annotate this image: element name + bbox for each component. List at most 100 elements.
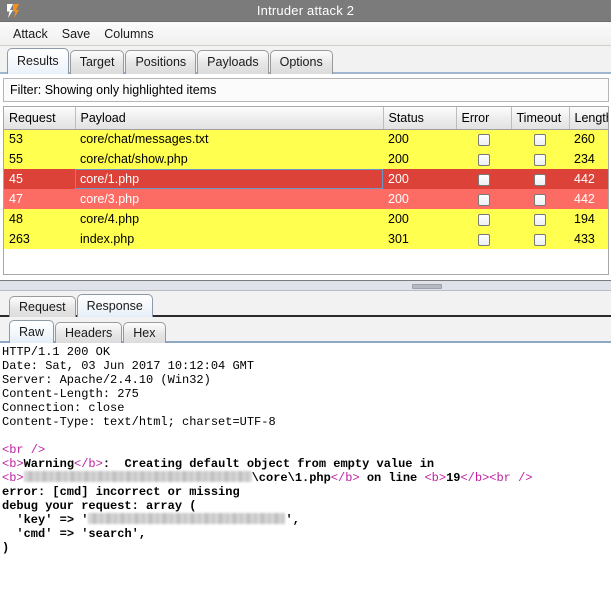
cell-timeout xyxy=(511,209,569,229)
column-header-error[interactable]: Error xyxy=(456,107,512,130)
cell-status: 200 xyxy=(383,189,456,209)
table-row[interactable]: 48 core/4.php 200 194 xyxy=(4,209,608,229)
column-header-payload[interactable]: Payload xyxy=(75,107,384,130)
cell-status: 200 xyxy=(383,149,456,169)
response-header-content-type: Content-Type: text/html; charset=UTF-8 xyxy=(2,415,276,429)
timeout-checkbox[interactable] xyxy=(534,213,546,226)
cell-length: 442 xyxy=(569,189,608,209)
column-header-status[interactable]: Status xyxy=(383,107,457,130)
cell-request: 53 xyxy=(4,129,75,149)
warning-close-tag: </b> xyxy=(74,457,103,471)
error-checkbox[interactable] xyxy=(477,133,490,146)
results-table: Request Payload Status Error Timeout Len… xyxy=(4,107,608,249)
cell-request: 45 xyxy=(4,169,75,189)
table-row[interactable]: 55 core/chat/show.php 200 234 xyxy=(4,149,608,169)
timeout-checkbox[interactable] xyxy=(534,233,546,246)
table-row-selected[interactable]: 45 core/1.php 200 442 xyxy=(4,169,608,189)
column-header-request[interactable]: Request xyxy=(4,107,76,130)
table-header-row: Request Payload Status Error Timeout Len… xyxy=(4,107,608,130)
debug-line: debug your request: array ( xyxy=(2,499,197,513)
column-header-length[interactable]: Length xyxy=(569,107,608,130)
cmd-label: 'cmd' xyxy=(16,527,53,541)
cmd-entry: 'cmd' => 'search', xyxy=(2,527,146,541)
tab-results[interactable]: Results xyxy=(7,48,69,74)
timeout-checkbox[interactable] xyxy=(534,193,546,206)
cell-length: 194 xyxy=(569,209,608,229)
tab-response[interactable]: Response xyxy=(76,294,153,317)
menu-item-columns[interactable]: Columns xyxy=(97,25,160,43)
error-line: error: [cmd] incorrect or missing xyxy=(2,485,240,499)
warning-word: Warning xyxy=(23,457,75,471)
path-close-tag: </b> xyxy=(330,471,360,485)
tab-options[interactable]: Options xyxy=(269,50,333,74)
table-row[interactable]: 47 core/3.php 200 442 xyxy=(4,189,608,209)
tab-headers[interactable]: Headers xyxy=(55,322,123,343)
cell-payload: index.php xyxy=(75,229,383,249)
results-panel: Filter: Showing only highlighted items R… xyxy=(0,74,611,608)
filter-text: Filter: Showing only highlighted items xyxy=(10,83,217,97)
response-body-br: <br /> xyxy=(2,443,46,457)
cell-timeout xyxy=(511,229,569,249)
cell-error xyxy=(456,129,511,149)
warning-open-tag: <b> xyxy=(2,457,24,471)
cell-payload: core/3.php xyxy=(75,189,383,209)
tab-raw[interactable]: Raw xyxy=(9,320,55,343)
tab-hex[interactable]: Hex xyxy=(123,322,166,343)
table-row[interactable]: 263 index.php 301 433 xyxy=(4,229,608,249)
warning-message: : Creating default object from empty val… xyxy=(102,457,435,471)
column-header-timeout[interactable]: Timeout xyxy=(511,107,570,130)
tab-positions[interactable]: Positions xyxy=(125,50,197,74)
linenum-open-tag: <b> xyxy=(424,471,447,485)
cell-length: 234 xyxy=(569,149,608,169)
cell-payload: core/4.php xyxy=(75,209,383,229)
cell-request: 55 xyxy=(4,149,75,169)
trailing-br-tag: <br /> xyxy=(489,471,533,485)
error-checkbox[interactable] xyxy=(477,153,490,166)
error-checkbox[interactable] xyxy=(477,193,490,206)
on-line-text: on line xyxy=(359,471,425,485)
splitter-grip-icon[interactable] xyxy=(412,284,442,289)
timeout-checkbox[interactable] xyxy=(534,153,546,166)
table-row[interactable]: 53 core/chat/messages.txt 200 260 xyxy=(4,129,608,149)
cell-status: 301 xyxy=(383,229,456,249)
message-tab-strip: Request Response xyxy=(0,291,611,317)
cell-error xyxy=(456,169,511,189)
tab-payloads[interactable]: Payloads xyxy=(197,50,269,74)
filter-bar[interactable]: Filter: Showing only highlighted items xyxy=(3,78,609,102)
error-checkbox[interactable] xyxy=(477,213,490,226)
timeout-checkbox[interactable] xyxy=(534,133,546,146)
cell-request: 48 xyxy=(4,209,75,229)
menu-item-attack[interactable]: Attack xyxy=(6,25,55,43)
cell-error xyxy=(456,209,511,229)
cell-timeout xyxy=(511,189,569,209)
tab-request[interactable]: Request xyxy=(9,296,76,317)
redacted-key-value xyxy=(88,513,286,524)
cell-timeout xyxy=(511,149,569,169)
cmd-arrow: => xyxy=(59,527,75,541)
redacted-path xyxy=(23,471,252,482)
raw-response-viewer[interactable]: HTTP/1.1 200 OK Date: Sat, 03 Jun 2017 1… xyxy=(0,343,611,608)
cell-status: 200 xyxy=(383,169,456,189)
linenum-close-tag: </b> xyxy=(460,471,490,485)
error-checkbox[interactable] xyxy=(477,173,490,186)
path-visible: \core\1.php xyxy=(251,471,331,485)
cell-payload: core/1.php xyxy=(75,169,383,189)
tab-target[interactable]: Target xyxy=(69,50,125,74)
array-close-paren: ) xyxy=(2,541,10,555)
response-header-connection: Connection: close xyxy=(2,401,125,415)
cell-timeout xyxy=(511,169,569,189)
response-header-server: Server: Apache/2.4.10 (Win32) xyxy=(2,373,211,387)
error-checkbox[interactable] xyxy=(477,233,490,246)
cell-length: 442 xyxy=(569,169,608,189)
horizontal-splitter[interactable] xyxy=(0,280,611,291)
main-tab-strip: Results Target Positions Payloads Option… xyxy=(0,46,611,74)
line-number: 19 xyxy=(446,471,461,485)
cell-error xyxy=(456,189,511,209)
key-entry: 'key' => ' ', xyxy=(16,513,300,527)
timeout-checkbox[interactable] xyxy=(534,173,546,186)
response-status-line: HTTP/1.1 200 OK xyxy=(2,345,111,359)
cell-payload: core/chat/show.php xyxy=(75,149,383,169)
results-table-container: Request Payload Status Error Timeout Len… xyxy=(3,106,609,275)
menu-item-save[interactable]: Save xyxy=(55,25,98,43)
key-label: 'key' xyxy=(16,513,53,527)
